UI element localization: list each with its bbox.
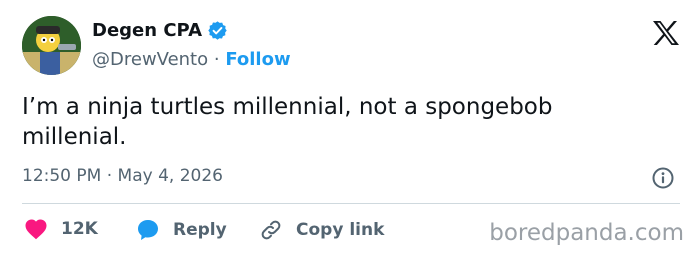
handle-separator: · [213, 49, 226, 70]
tweet-time[interactable]: 12:50 PM [22, 166, 101, 186]
reply-label: Reply [173, 220, 227, 240]
author-display-name[interactable]: Degen CPA [92, 20, 202, 41]
heart-icon [25, 219, 47, 240]
info-icon[interactable] [651, 166, 675, 190]
reply-bubble-icon [138, 220, 158, 240]
verified-badge-icon [208, 21, 227, 40]
follow-button[interactable]: Follow [225, 49, 290, 70]
divider [22, 203, 680, 204]
author-name-row: Degen CPA [92, 20, 228, 41]
reply-button[interactable]: Reply [136, 218, 227, 242]
tweet-text: I’m a ninja turtles millennial, not a sp… [22, 94, 553, 150]
like-button[interactable]: 12K [24, 218, 98, 240]
avatar[interactable] [22, 16, 81, 75]
tweet-date[interactable]: May 4, 2026 [118, 166, 223, 186]
tweet-timestamp: 12:50 PM · May 4, 2026 [22, 166, 223, 186]
link-icon [261, 220, 281, 240]
like-count: 12K [61, 219, 98, 239]
watermark: boredpanda.com [489, 220, 684, 246]
timestamp-separator: · [106, 166, 118, 186]
avatar-image [22, 16, 81, 75]
x-logo-icon[interactable] [652, 20, 680, 46]
copy-link-button[interactable]: Copy link [259, 218, 384, 242]
author-handle[interactable]: @DrewVento [92, 49, 208, 70]
copy-link-label: Copy link [296, 220, 385, 240]
author-handle-row: @DrewVento · Follow [92, 49, 291, 70]
